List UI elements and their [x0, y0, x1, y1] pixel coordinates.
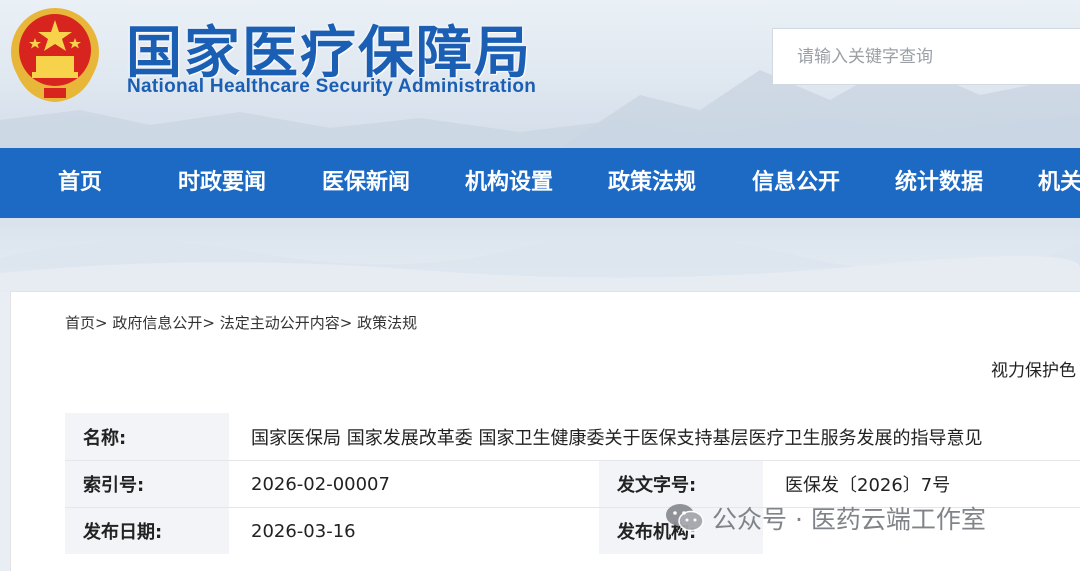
search-input[interactable] [797, 46, 1057, 67]
nav-item-info-disclosure[interactable]: 信息公开 [752, 148, 840, 218]
breadcrumb: 首页> 政府信息公开> 法定主动公开内容> 政策法规 [65, 312, 417, 333]
nav-item-home[interactable]: 首页 [58, 148, 102, 218]
breadcrumb-mandatory-disclosure[interactable]: 法定主动公开内容 [220, 314, 340, 332]
nav-item-policies[interactable]: 政策法规 [608, 148, 696, 218]
breadcrumb-separator: > [339, 314, 353, 332]
search-box[interactable] [772, 28, 1080, 85]
name-value: 国家医保局 国家发展改革委 国家卫生健康委关于医保支持基层医疗卫生服务发展的指导… [229, 413, 1080, 460]
publish-date-value: 2026-03-16 [229, 508, 599, 554]
national-emblem-icon [11, 8, 99, 102]
breadcrumb-separator: > [95, 314, 108, 332]
nav-item-healthcare-news[interactable]: 医保新闻 [322, 148, 410, 218]
wechat-icon [666, 504, 704, 532]
index-value: 2026-02-00007 [229, 461, 599, 507]
breadcrumb-policies[interactable]: 政策法规 [357, 314, 417, 332]
nav-item-current-affairs[interactable]: 时政要闻 [178, 148, 266, 218]
table-row: 名称: 国家医保局 国家发展改革委 国家卫生健康委关于医保支持基层医疗卫生服务发… [65, 413, 1080, 460]
main-nav: 首页 时政要闻 医保新闻 机构设置 政策法规 信息公开 统计数据 机关 [0, 148, 1080, 218]
vision-protection-toggle[interactable]: 视力保护色 [991, 356, 1076, 381]
decorative-band [0, 218, 1080, 292]
index-label: 索引号: [65, 461, 229, 507]
breadcrumb-home[interactable]: 首页 [65, 314, 95, 332]
breadcrumb-separator: > [202, 314, 215, 332]
site-title-en: National Healthcare Security Administrat… [127, 76, 537, 97]
nav-item-agency[interactable]: 机关 [1038, 148, 1080, 218]
publish-date-label: 发布日期: [65, 508, 229, 554]
nav-item-statistics[interactable]: 统计数据 [895, 148, 983, 218]
site-header: 国家医疗保障局 National Healthcare Security Adm… [0, 0, 1080, 148]
watermark: 公众号 · 医药云端工作室 [664, 498, 986, 538]
watermark-text: 公众号 · 医药云端工作室 [712, 505, 986, 534]
cloud-background [0, 234, 1080, 292]
name-label: 名称: [65, 413, 229, 460]
nav-item-organization[interactable]: 机构设置 [465, 148, 553, 218]
breadcrumb-gov-info[interactable]: 政府信息公开 [112, 314, 202, 332]
